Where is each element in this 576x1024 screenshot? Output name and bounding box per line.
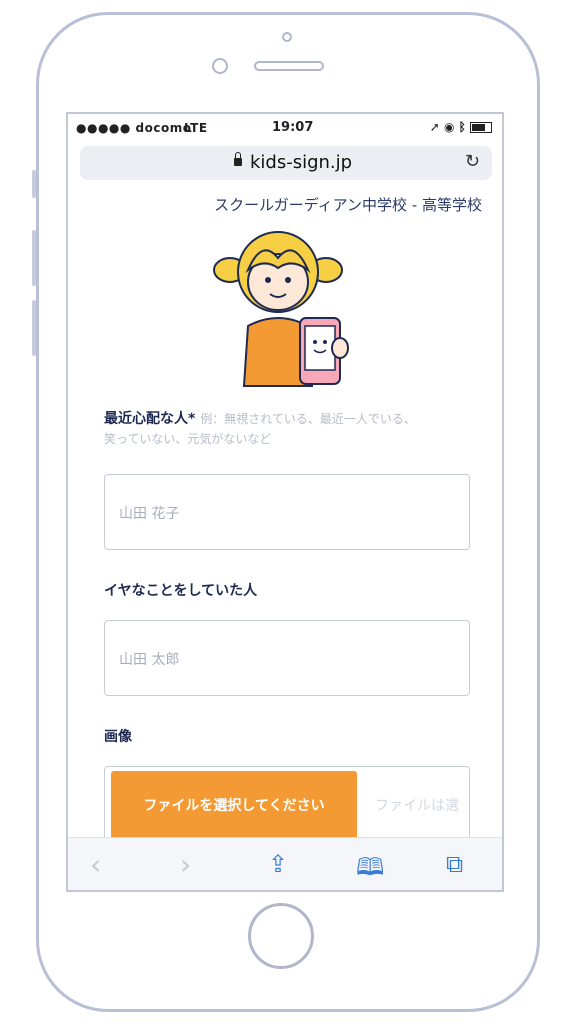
home-button[interactable] — [248, 903, 314, 969]
carrier-signal: ●●●●● docomo — [76, 121, 192, 135]
bookmarks-icon[interactable]: 🕮 — [356, 850, 384, 890]
worried-person-hint-1: 例：無視されている、最近一人でいる、 — [200, 412, 416, 426]
file-status-text: ファイルは選 — [375, 798, 459, 814]
side-button — [32, 170, 36, 198]
required-mark: * — [188, 411, 196, 427]
girl-with-phone-illustration — [213, 231, 349, 387]
field-image-label: 画像 — [104, 729, 132, 745]
alarm-icon: ◉ — [443, 120, 455, 134]
url-text: kids-sign.jp — [250, 152, 353, 173]
share-icon[interactable]: ⇪ — [268, 850, 288, 878]
choose-file-button[interactable]: ファイルを選択してください — [111, 771, 357, 839]
front-camera — [212, 58, 228, 74]
worried-person-hint-2: 笑っていない、元気がないなど — [104, 432, 272, 446]
location-icon: ➚ — [429, 120, 440, 134]
worried-person-input[interactable]: 山田 花子 — [104, 474, 470, 550]
url-display: kids-sign.jp — [234, 152, 352, 173]
bluetooth-icon: ᛒ — [458, 120, 466, 134]
status-bar: ●●●●● docomo LTE 19:07 ➚ ◉ ᛒ — [68, 114, 502, 142]
image-file-field: ファイルを選択してください ファイルは選 — [104, 766, 470, 842]
field-bully-label: イヤなことをしていた人 — [104, 583, 258, 599]
bully-input[interactable]: 山田 太郎 — [104, 620, 470, 696]
earpiece-speaker — [254, 61, 324, 71]
volume-down-button — [32, 300, 36, 356]
worried-person-placeholder: 山田 花子 — [119, 506, 180, 522]
status-icons: ➚ ◉ ᛒ — [430, 120, 492, 134]
address-bar[interactable]: kids-sign.jp ↻ — [80, 146, 492, 180]
bully-placeholder: 山田 太郎 — [119, 652, 180, 668]
worried-person-label-text: 最近心配な人 — [104, 411, 188, 427]
screen: ●●●●● docomo LTE 19:07 ➚ ◉ ᛒ kids-sign.j… — [66, 112, 504, 892]
back-icon[interactable]: ‹ — [90, 848, 101, 881]
school-name: スクールガーディアン中学校 - 高等学校 — [214, 196, 482, 214]
tabs-icon[interactable]: ⧉ — [446, 850, 463, 878]
volume-up-button — [32, 230, 36, 286]
browser-toolbar: ‹ › ⇪ 🕮 ⧉ — [68, 837, 502, 890]
reload-icon[interactable]: ↻ — [465, 151, 480, 172]
lock-icon — [234, 152, 242, 166]
field-worried-person-label: 最近心配な人* 例：無視されている、最近一人でいる、 — [104, 408, 416, 428]
clock: 19:07 — [272, 120, 314, 135]
front-sensor — [282, 32, 292, 42]
forward-icon[interactable]: › — [180, 848, 191, 881]
battery-icon — [470, 122, 492, 133]
network-type: LTE — [184, 121, 208, 135]
